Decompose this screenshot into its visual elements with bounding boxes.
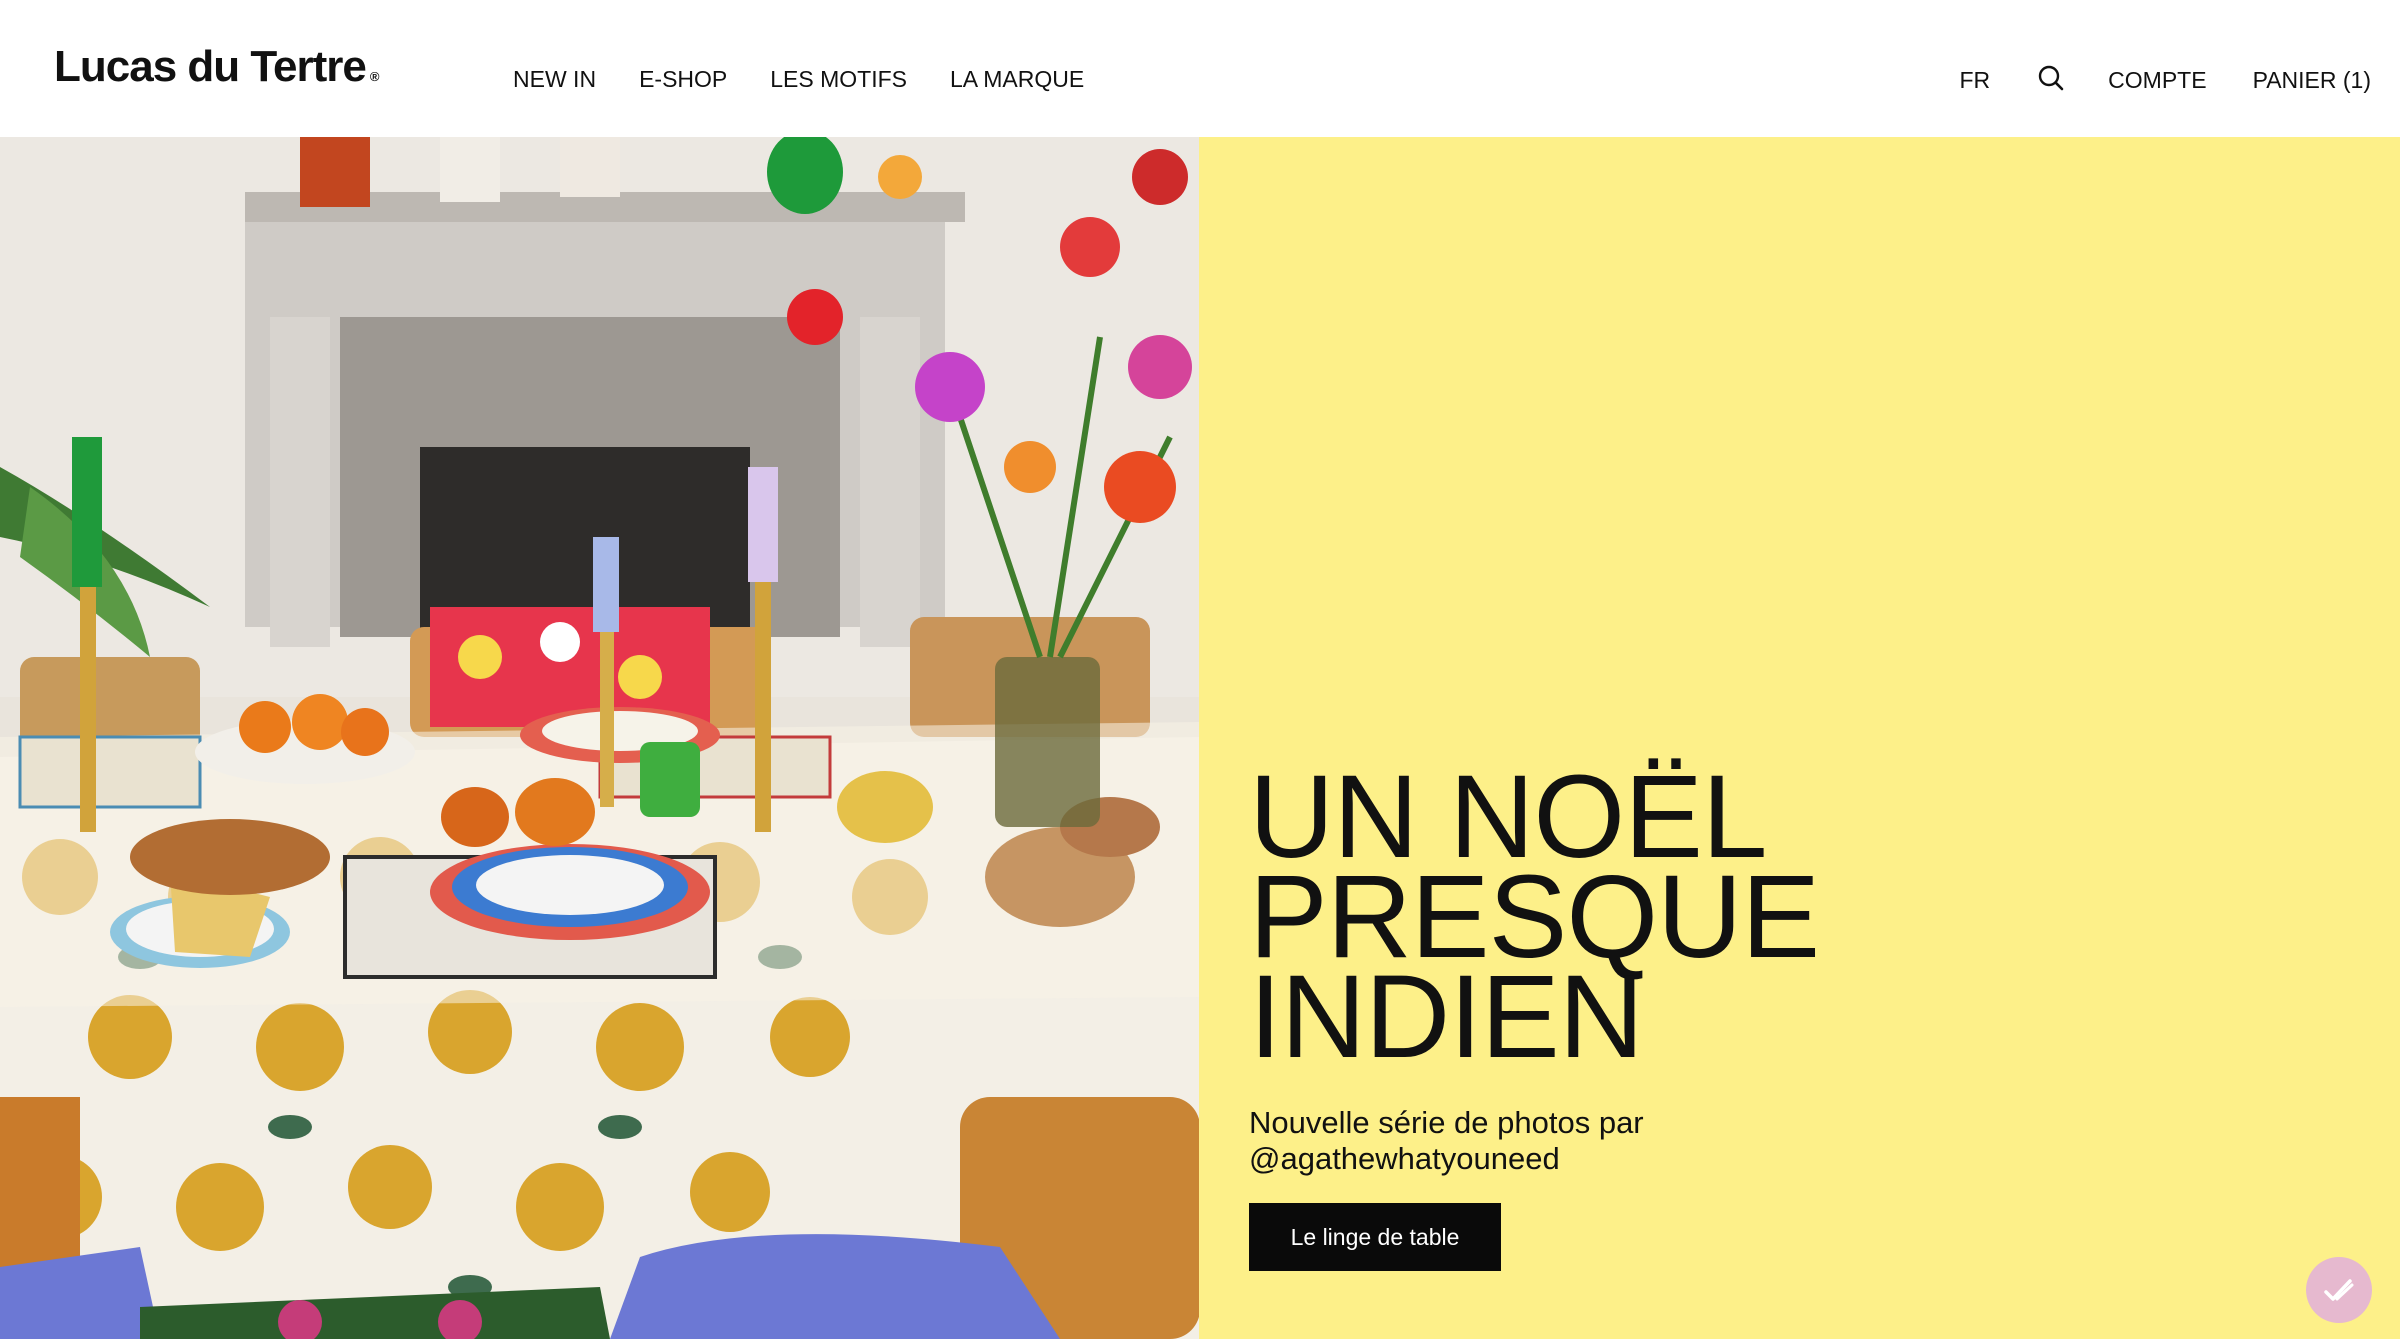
search-icon[interactable] [2037, 64, 2065, 92]
hero-subtitle: Nouvelle série de photos par @agathewhat… [1249, 1105, 1644, 1177]
hero-text-panel: UN NOËL PRESQUE INDIEN Nouvelle série de… [1199, 137, 2400, 1339]
hero-photo[interactable] [0, 137, 1199, 1339]
table-setting-photo [0, 137, 1199, 1339]
site-header: Lucas du Tertre ® NEW IN E-SHOP LES MOTIF… [0, 0, 2400, 137]
chat-check-icon [2324, 1279, 2354, 1301]
nav-item-les-motifs[interactable]: LES MOTIFS [770, 66, 907, 93]
registered-mark: ® [369, 69, 380, 84]
nav-item-la-marque[interactable]: LA MARQUE [950, 66, 1084, 93]
account-link[interactable]: COMPTE [2108, 67, 2206, 94]
hero-headline: UN NOËL PRESQUE INDIEN [1249, 758, 1820, 1076]
chat-widget-button[interactable] [2306, 1257, 2372, 1323]
nav-item-e-shop[interactable]: E-SHOP [639, 66, 727, 93]
subtitle-line-2: @agathewhatyouneed [1249, 1141, 1560, 1176]
table-linen-button[interactable]: Le linge de table [1249, 1203, 1501, 1271]
brand-logo[interactable]: Lucas du Tertre ® [54, 42, 380, 92]
cart-link[interactable]: PANIER (1) [2253, 67, 2371, 94]
language-selector[interactable]: FR [1960, 67, 1991, 94]
logo-text: Lucas du Tertre [54, 42, 367, 91]
subtitle-line-1: Nouvelle série de photos par [1249, 1105, 1644, 1140]
utility-nav: FR COMPTE PANIER (1) [1960, 64, 2371, 94]
main-nav: NEW IN E-SHOP LES MOTIFS LA MARQUE [513, 66, 1084, 93]
nav-item-new-in[interactable]: NEW IN [513, 66, 596, 93]
